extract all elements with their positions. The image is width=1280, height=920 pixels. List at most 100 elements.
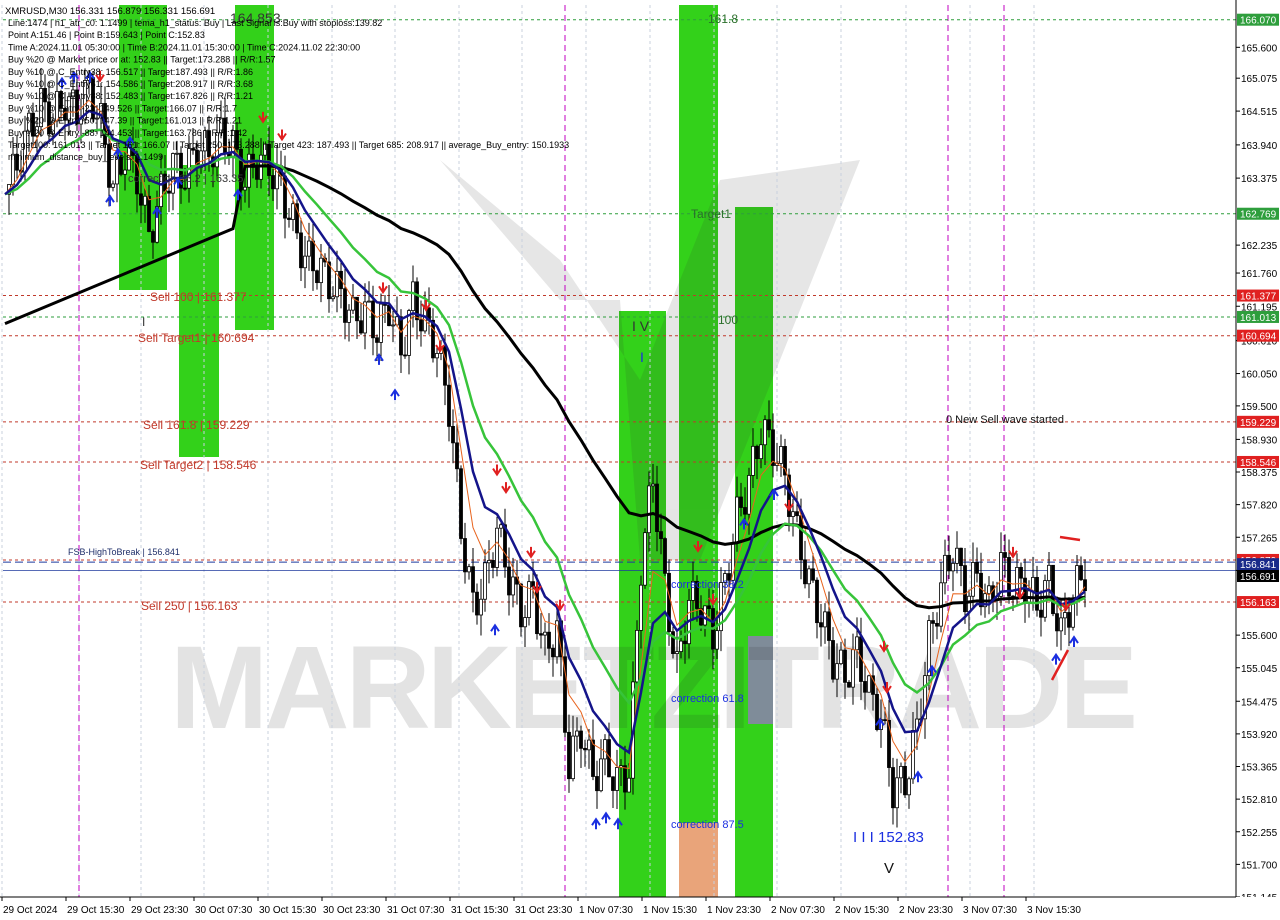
candle-body bbox=[675, 651, 679, 655]
candle-body bbox=[327, 261, 331, 300]
candle-body bbox=[839, 649, 843, 665]
candle-body bbox=[795, 511, 799, 517]
candle-body bbox=[623, 765, 627, 793]
candle-body bbox=[311, 240, 315, 272]
info-line: Buy %20 @ Market price or at: 152.83 || … bbox=[8, 55, 275, 65]
candle-body bbox=[539, 633, 543, 636]
sell-level-label: Sell 250 | 156.163 bbox=[141, 599, 238, 613]
info-line: Buy %10 @ C_Entry38: 156.517 || Target:1… bbox=[8, 67, 253, 77]
price-box-label: 156.841 bbox=[1240, 560, 1277, 571]
price-box-label: 159.229 bbox=[1240, 418, 1277, 429]
candle-body bbox=[827, 611, 831, 641]
candle-body bbox=[151, 231, 155, 243]
chart-canvas: MARKETZITRADESell 100 | 161.377Sell Targ… bbox=[0, 0, 1280, 920]
candle-body bbox=[815, 579, 819, 624]
candle-body bbox=[407, 310, 411, 356]
candle-body bbox=[863, 681, 867, 693]
chart-annotation: correction 38.2 | 163.35 bbox=[128, 173, 243, 185]
symbol-header: XMRUSD,M30 156.331 156.879 156.331 156.6… bbox=[5, 6, 215, 17]
candle-body bbox=[947, 554, 951, 572]
candle-body bbox=[455, 442, 459, 470]
chart-annotation: 0 New Sell wave started bbox=[946, 414, 1064, 426]
candle-body bbox=[867, 675, 871, 693]
candle-body bbox=[495, 527, 499, 568]
chart-annotation: I I I 152.83 bbox=[853, 829, 924, 846]
candle-body bbox=[499, 524, 503, 529]
candle-body bbox=[959, 547, 963, 567]
chart-annotation: correction 87.5 bbox=[671, 819, 744, 831]
candle-body bbox=[463, 538, 467, 573]
candle-body bbox=[107, 144, 111, 188]
candle-body bbox=[547, 631, 551, 649]
y-tick-label: 157.820 bbox=[1241, 501, 1278, 512]
info-line: Buy %20 @ Entry -50: 147.39 || Target:16… bbox=[8, 116, 242, 126]
candle-body bbox=[819, 622, 823, 628]
wave-label-i: I bbox=[142, 315, 145, 329]
candle-body bbox=[663, 538, 667, 574]
candle-body bbox=[811, 568, 815, 581]
candle-body bbox=[507, 566, 511, 596]
candle-body bbox=[483, 562, 487, 600]
candle-body bbox=[927, 620, 931, 677]
sell-signal-arrow-icon bbox=[492, 464, 502, 477]
candle-body bbox=[403, 354, 407, 357]
candle-body bbox=[375, 337, 379, 343]
info-line: Buy %10 @ C_Entry88: 152.483 || Target:1… bbox=[8, 91, 253, 101]
candle-body bbox=[471, 566, 475, 593]
info-line: Target100: 161.013 || Target 161: 166.07… bbox=[8, 140, 569, 150]
candle-body bbox=[147, 195, 151, 232]
candle-body bbox=[907, 778, 911, 796]
candle-body bbox=[611, 776, 615, 791]
candle-body bbox=[543, 631, 547, 636]
y-tick-label: 164.515 bbox=[1241, 107, 1278, 118]
y-tick-label: 152.255 bbox=[1241, 828, 1278, 839]
chart-annotation: correction 61.8 bbox=[671, 693, 744, 705]
candle-body bbox=[519, 583, 523, 628]
candle-body bbox=[299, 232, 303, 269]
candle-body bbox=[487, 560, 491, 564]
info-line: Time A:2024.11.01 05:30:00 | Time B:2024… bbox=[8, 42, 360, 52]
candle-body bbox=[419, 319, 423, 332]
buy-signal-arrow-icon bbox=[390, 388, 400, 401]
x-axis-panel bbox=[0, 897, 1280, 920]
candle-body bbox=[895, 777, 899, 809]
candle-body bbox=[391, 324, 395, 327]
candle-body bbox=[575, 730, 579, 737]
y-tick-label: 162.235 bbox=[1241, 241, 1278, 252]
sell-level-label: Sell Target2 | 158.546 bbox=[140, 458, 257, 472]
candle-body bbox=[951, 562, 955, 572]
candle-body bbox=[615, 767, 619, 791]
candle-body bbox=[111, 183, 115, 188]
zone-band-1 bbox=[179, 165, 219, 457]
candle-body bbox=[771, 429, 775, 466]
candle-body bbox=[475, 591, 479, 616]
x-tick-label: 31 Oct 15:30 bbox=[451, 905, 509, 916]
candle-body bbox=[707, 605, 711, 609]
buy-signal-arrow-icon bbox=[105, 194, 115, 207]
candle-body bbox=[807, 568, 811, 585]
x-tick-label: 1 Nov 07:30 bbox=[579, 905, 633, 916]
chart-annotation: correction 38.2 bbox=[671, 579, 744, 591]
candle-body bbox=[387, 304, 391, 327]
candle-body bbox=[647, 485, 651, 534]
candle-body bbox=[643, 532, 647, 586]
candle-body bbox=[587, 739, 591, 751]
candle-body bbox=[599, 758, 603, 792]
candle-body bbox=[791, 511, 795, 517]
candle-body bbox=[1039, 609, 1043, 618]
candle-body bbox=[1075, 565, 1079, 599]
info-line: Buy %10 @ C_Entry61: 154.586 || Target:2… bbox=[8, 79, 253, 89]
candle-body bbox=[759, 444, 763, 460]
y-tick-label: 158.375 bbox=[1241, 468, 1278, 479]
price-box-label: 161.377 bbox=[1240, 292, 1277, 303]
y-tick-label: 151.700 bbox=[1241, 860, 1278, 871]
candle-body bbox=[435, 353, 439, 359]
candle-body bbox=[491, 560, 495, 568]
chart-annotation: I V bbox=[632, 318, 650, 334]
candle-body bbox=[755, 445, 759, 460]
candle-body bbox=[143, 195, 147, 206]
candle-body bbox=[551, 647, 555, 658]
candle-body bbox=[167, 190, 171, 194]
candle-body bbox=[743, 507, 747, 515]
candle-body bbox=[891, 767, 895, 809]
